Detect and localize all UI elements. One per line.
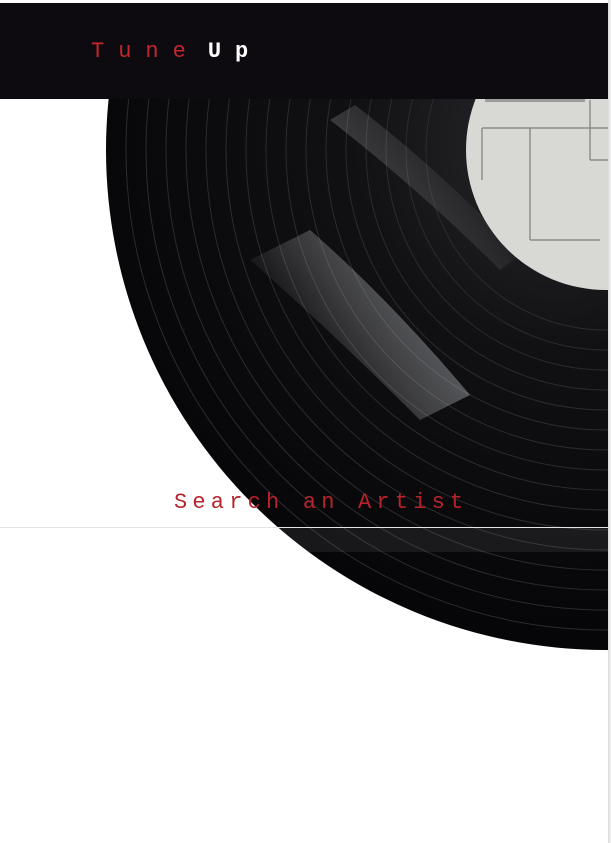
brand-word-tune: Tune xyxy=(91,39,200,64)
search-input[interactable] xyxy=(0,527,608,552)
vinyl-record-image xyxy=(106,0,608,650)
page: Tune Up Search an Artist xyxy=(0,0,611,843)
search-label: Search an Artist xyxy=(174,490,469,515)
brand-logo[interactable]: Tune Up xyxy=(91,39,262,65)
brand-word-up: Up xyxy=(207,39,263,64)
navbar: Tune Up xyxy=(0,3,608,99)
